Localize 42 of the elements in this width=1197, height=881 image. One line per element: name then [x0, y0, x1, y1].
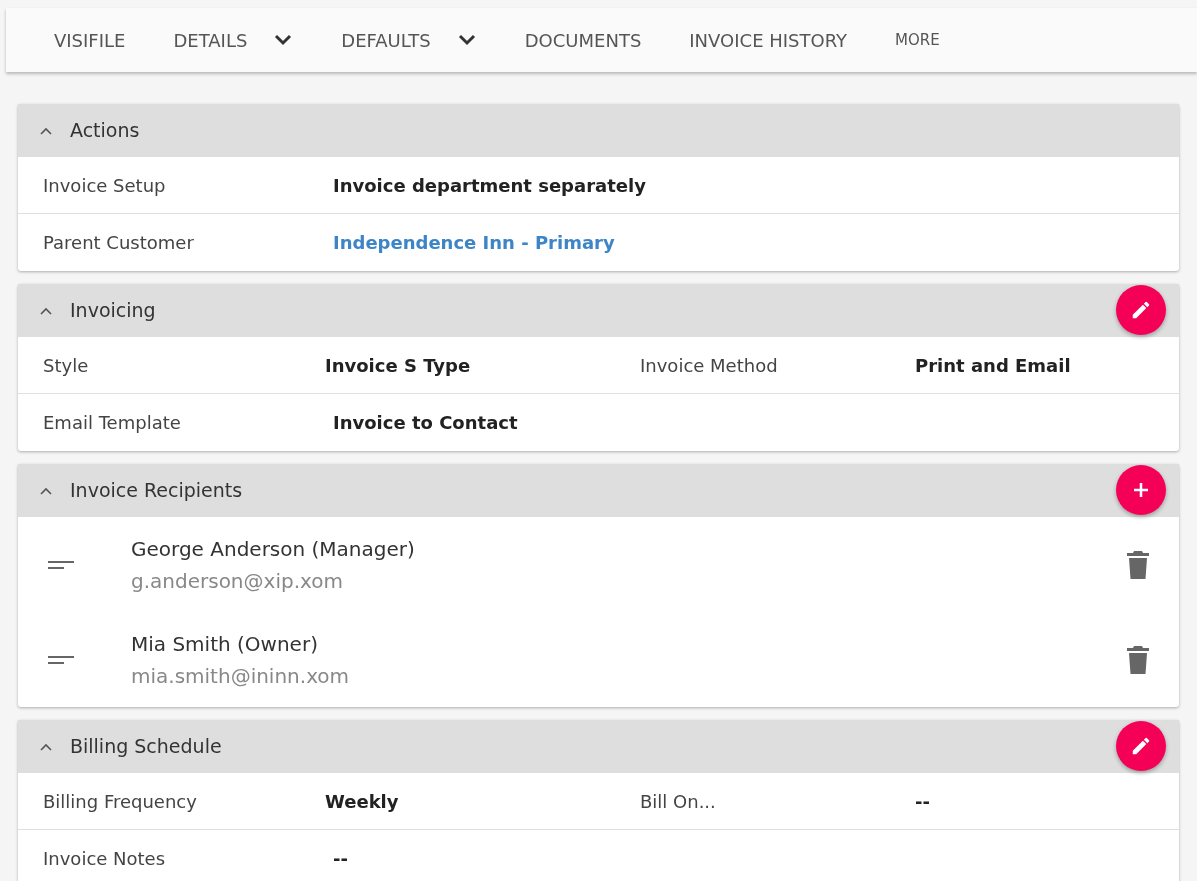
nav-tab[interactable]: MORE — [895, 28, 940, 52]
customer-link[interactable]: Independence Inn - Primary — [333, 229, 615, 256]
plus-icon — [1131, 480, 1151, 500]
nav-tab[interactable]: INVOICE HISTORY — [689, 26, 847, 54]
field-value: Weekly — [325, 789, 399, 814]
field-value: Invoice department separately — [333, 173, 646, 198]
add-button[interactable] — [1116, 465, 1166, 515]
field-label: Invoice Method — [640, 353, 779, 378]
field-value: Invoice to Contact — [333, 411, 518, 435]
recipient-name: Mia Smith (Owner) — [131, 630, 319, 658]
chevron-down-icon[interactable] — [273, 33, 294, 47]
field-label: Invoice Setup — [43, 173, 167, 198]
section-title: Billing Schedule — [70, 734, 222, 760]
recipient-name: George Anderson (Manager) — [131, 535, 416, 563]
section-title: Invoicing — [70, 298, 156, 324]
nav-tab[interactable]: DEFAULTS — [341, 26, 431, 54]
chevron-down-icon[interactable] — [456, 33, 477, 47]
field-value: -- — [915, 789, 930, 814]
pencil-icon — [1130, 735, 1152, 757]
field-value: Print and Email — [915, 353, 1071, 378]
trash-icon[interactable] — [1127, 645, 1149, 674]
field-value: Invoice S Type — [325, 353, 471, 378]
drag-handle-icon[interactable] — [48, 654, 74, 665]
field-label: Email Template — [43, 411, 182, 435]
field-label: Invoice Notes — [43, 847, 167, 871]
pencil-icon — [1130, 299, 1152, 321]
section-title: Actions — [70, 118, 140, 144]
field-label: Parent Customer — [43, 231, 195, 255]
trash-icon[interactable] — [1127, 550, 1149, 579]
drag-handle-icon[interactable] — [48, 559, 74, 570]
field-label: Billing Frequency — [43, 789, 198, 814]
edit-button[interactable] — [1116, 285, 1166, 335]
section-title: Invoice Recipients — [70, 478, 243, 504]
field-value: -- — [333, 847, 348, 871]
nav-tab[interactable]: DOCUMENTS — [524, 26, 642, 54]
recipient-email: g.anderson@xip.xom — [131, 567, 344, 595]
field-label: Style — [43, 353, 90, 378]
recipient-email: mia.smith@ininn.xom — [131, 662, 351, 690]
field-label: Bill On... — [640, 789, 717, 814]
nav-tab[interactable]: VISIFILE — [54, 26, 126, 54]
edit-button[interactable] — [1116, 721, 1166, 771]
nav-tab[interactable]: DETAILS — [173, 26, 248, 54]
